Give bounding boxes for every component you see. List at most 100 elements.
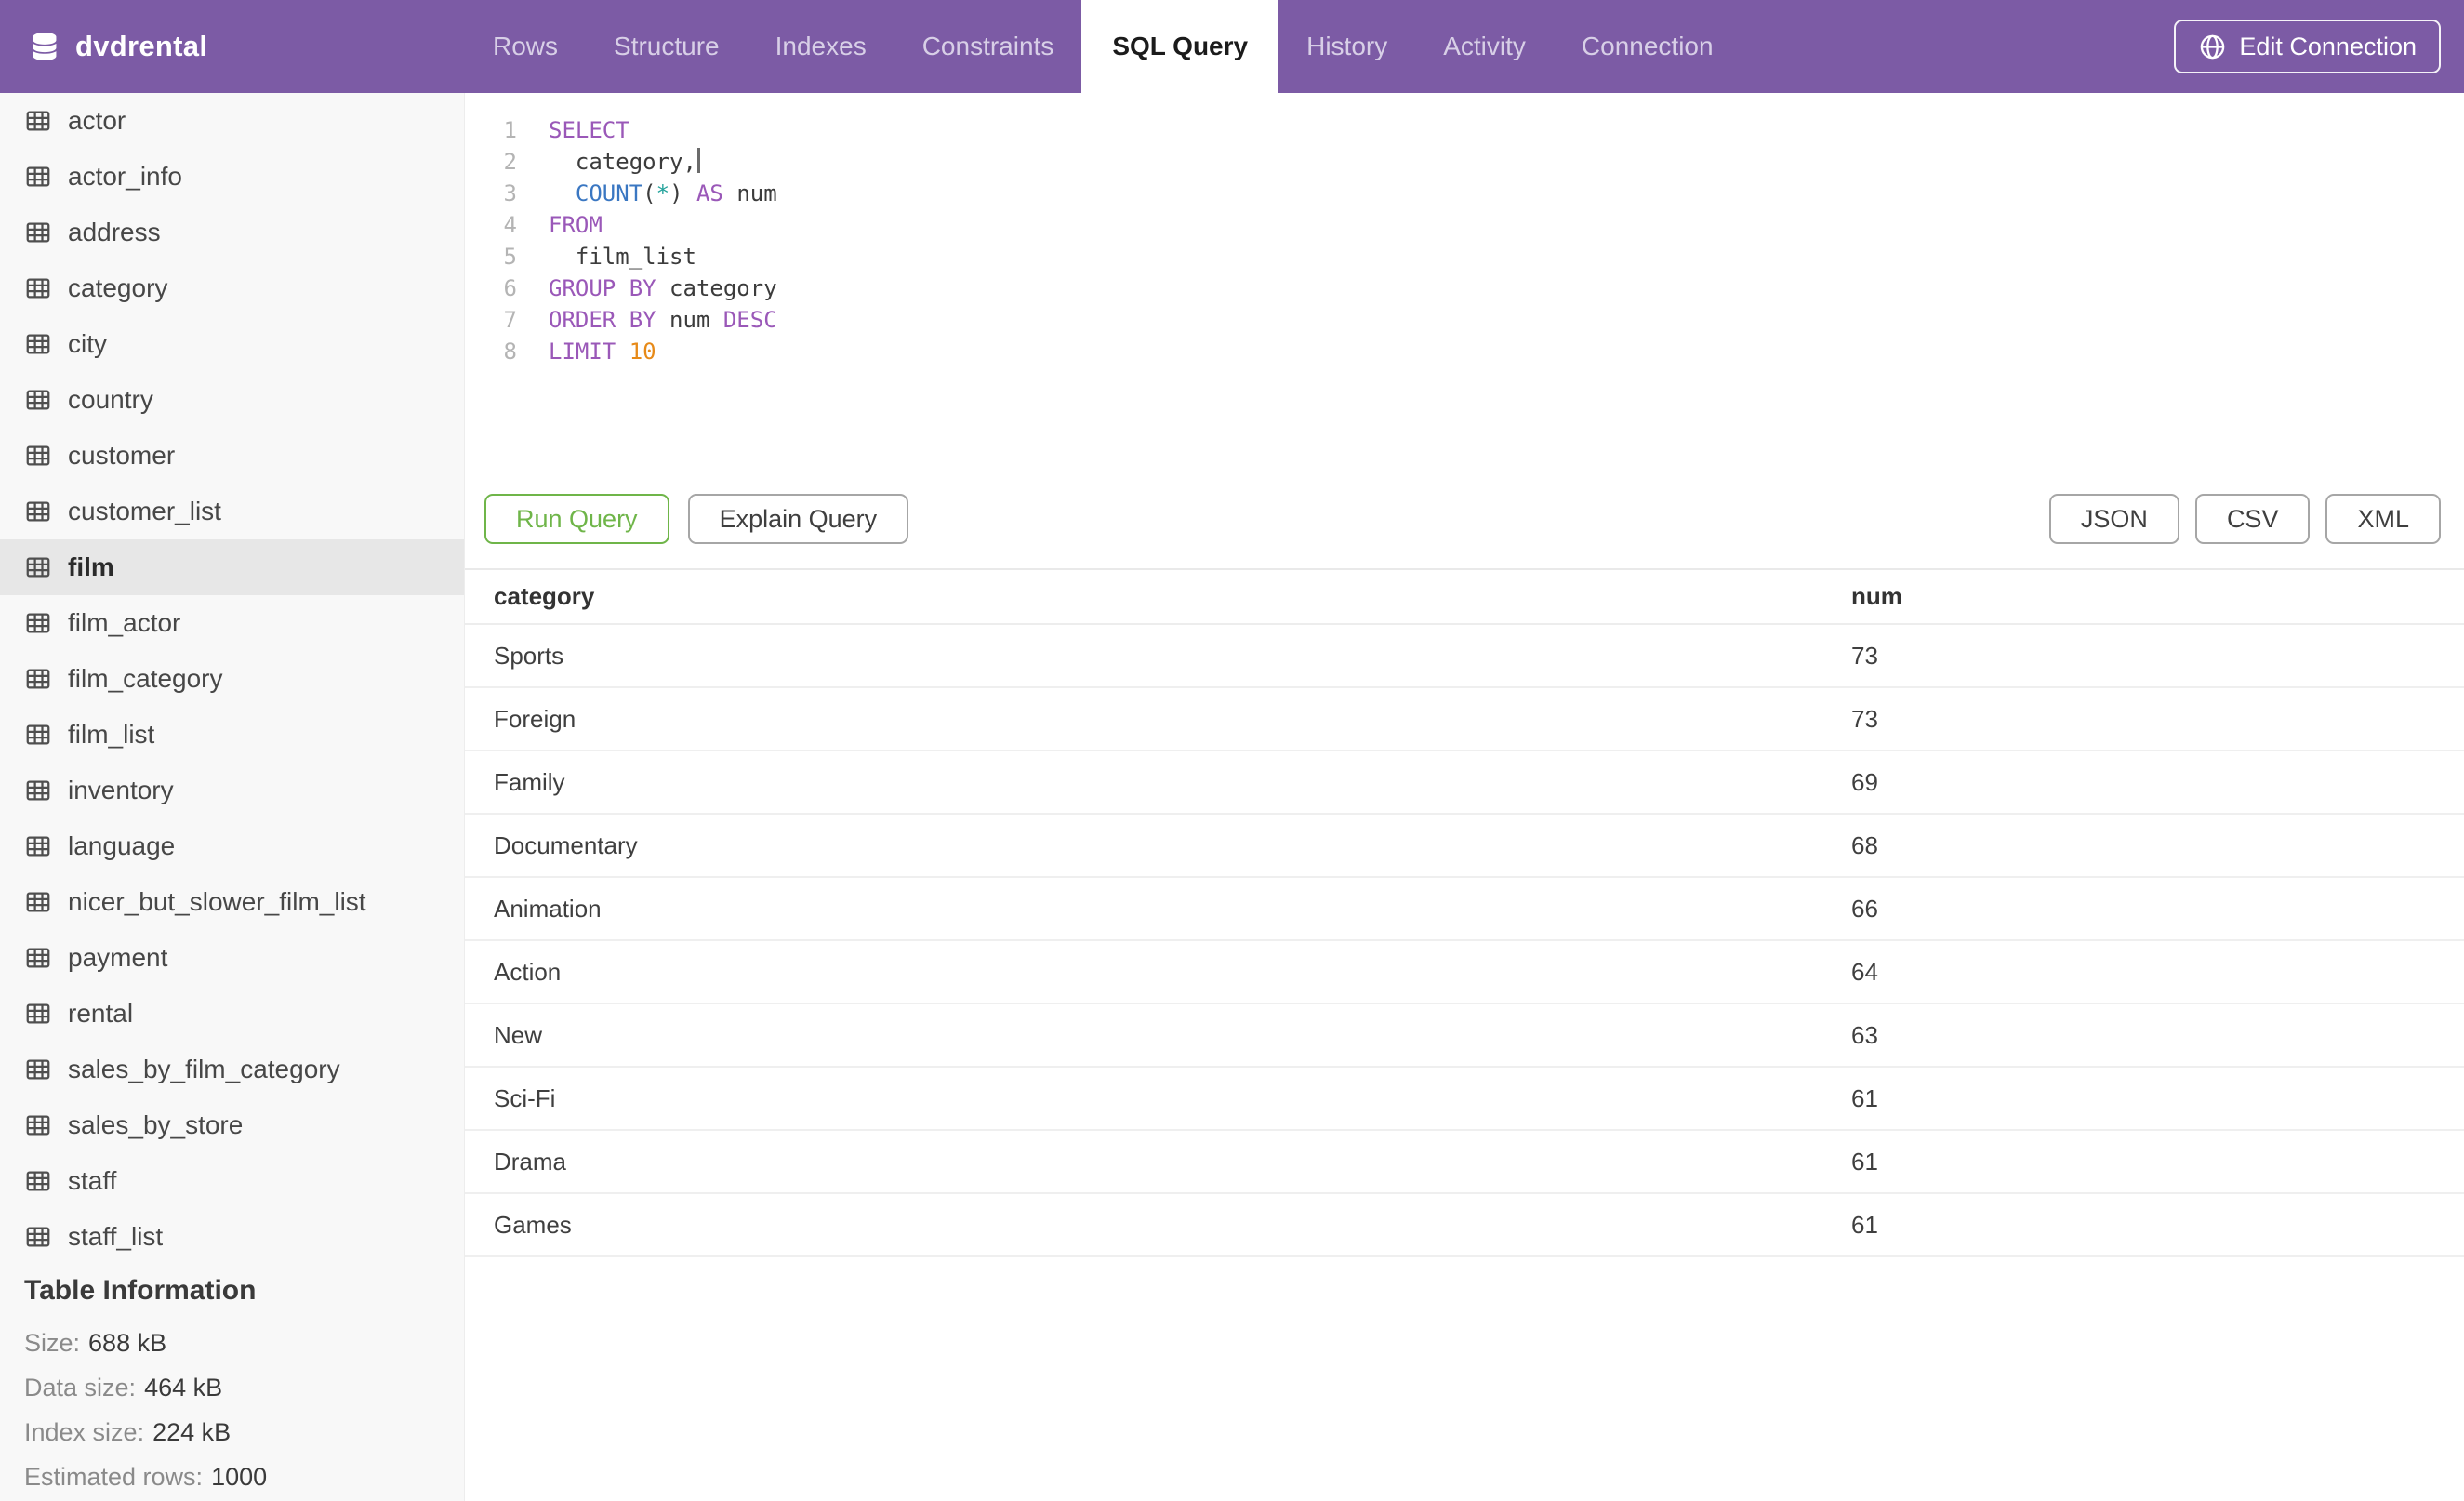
top-nav: dvdrental Rows Structure Indexes Constraint… (0, 0, 2464, 93)
sidebar-item-category[interactable]: category (0, 260, 464, 316)
line-number: 4 (503, 212, 517, 238)
table-icon (26, 501, 50, 522)
editor-line: 5 film_list (465, 241, 2464, 272)
result-row-foreign: Foreign 73 (465, 687, 2464, 751)
table-name-label: film_actor (68, 608, 181, 637)
tab-connection[interactable]: Connection (1554, 0, 1742, 93)
table-icon (26, 1115, 50, 1136)
tab-sql-query[interactable]: SQL Query (1081, 0, 1279, 93)
sidebar-item-staff[interactable]: staff (0, 1153, 464, 1209)
table-icon (26, 1003, 50, 1024)
table-icon (26, 669, 50, 689)
line-number: 1 (503, 117, 517, 143)
table-name-label: rental (68, 999, 134, 1028)
sidebar-item-nicer-but-slower-film-list[interactable]: nicer_but_slower_film_list (0, 874, 464, 930)
table-info-data-size-: Data size: 464 kB (24, 1365, 464, 1410)
sidebar-item-sales-by-film-category[interactable]: sales_by_film_category (0, 1042, 464, 1097)
tab-activity[interactable]: Activity (1415, 0, 1554, 93)
line-number: 6 (503, 275, 517, 301)
table-name-label: actor (68, 106, 126, 135)
table-info-size-: Size: 688 kB (24, 1321, 464, 1365)
result-row-drama: Drama 61 (465, 1130, 2464, 1194)
sidebar-item-city[interactable]: city (0, 316, 464, 372)
category-cell: Family (465, 750, 1851, 815)
nav-tabs: Rows Structure Indexes Constraints SQL Query… (465, 0, 1742, 93)
table-icon (26, 948, 50, 968)
sidebar-item-actor-info[interactable]: actor_info (0, 149, 464, 205)
result-row-games: Games 61 (465, 1193, 2464, 1257)
sidebar-item-actor[interactable]: actor (0, 93, 464, 149)
tab-indexes[interactable]: Indexes (748, 0, 894, 93)
table-info-estimated-rows-: Estimated rows: 1000 (24, 1455, 464, 1499)
sidebar-item-payment[interactable]: payment (0, 930, 464, 986)
info-label: Size: (24, 1328, 81, 1357)
code-text: SELECT (549, 117, 629, 143)
num-cell: 68 (1851, 814, 2464, 878)
table-information-heading: Table Information (24, 1275, 257, 1306)
sidebar-item-sales-by-store[interactable]: sales_by_store (0, 1097, 464, 1153)
editor-line: 3 COUNT(*) AS num (465, 178, 2464, 209)
tab-history[interactable]: History (1278, 0, 1415, 93)
num-cell: 61 (1851, 1130, 2464, 1194)
table-icon (26, 1227, 50, 1247)
export-buttons: JSON CSV XML (2048, 494, 2441, 544)
xml-export-button[interactable]: XML (2325, 494, 2441, 544)
table-name-label: nicer_but_slower_film_list (68, 887, 366, 916)
category-cell: Sci-Fi (465, 1067, 1851, 1131)
editor-line: 1 SELECT (465, 114, 2464, 146)
line-number: 7 (503, 307, 517, 333)
sql-editor[interactable]: 1 SELECT 2 category, 3 COUNT(*) AS num 4 FROM… (465, 93, 2464, 493)
sidebar-item-customer-list[interactable]: customer_list (0, 484, 464, 539)
sidebar-item-inventory[interactable]: inventory (0, 763, 464, 818)
table-information-panel: Table Information Size: 688 kB Data size: 4… (0, 1274, 464, 1499)
table-name-label: customer_list (68, 497, 221, 525)
sidebar-item-film-actor[interactable]: film_actor (0, 595, 464, 651)
table-icon (26, 222, 50, 243)
sidebar-item-country[interactable]: country (0, 372, 464, 428)
sidebar-item-film-list[interactable]: film_list (0, 707, 464, 763)
category-cell: Drama (465, 1130, 1851, 1194)
table-icon (26, 836, 50, 857)
sidebar-item-rental[interactable]: rental (0, 986, 464, 1042)
run-query-button[interactable]: Run Query (484, 494, 669, 544)
code-text: film_list (549, 244, 696, 270)
app-title: dvdrental (75, 30, 208, 62)
tab-structure[interactable]: Structure (586, 0, 748, 93)
csv-export-button[interactable]: CSV (2194, 494, 2311, 544)
edit-connection-button[interactable]: Edit Connection (2174, 20, 2441, 73)
table-icon (26, 613, 50, 633)
sidebar-item-customer[interactable]: customer (0, 428, 464, 484)
info-value: 464 kB (144, 1373, 223, 1401)
json-export-button[interactable]: JSON (2048, 494, 2179, 544)
tab-rows[interactable]: Rows (465, 0, 586, 93)
result-row-animation: Animation 66 (465, 877, 2464, 941)
table-icon (26, 334, 50, 354)
column-header-num: num (1851, 570, 2464, 625)
table-name-label: city (68, 329, 107, 358)
info-label: Estimated rows: (24, 1462, 204, 1491)
category-cell: Documentary (465, 814, 1851, 878)
explain-query-button[interactable]: Explain Query (687, 494, 909, 544)
num-cell: 64 (1851, 940, 2464, 1004)
table-icon (26, 1059, 50, 1080)
info-value: 1000 (211, 1462, 268, 1491)
result-row-sports: Sports 73 (465, 624, 2464, 688)
globe-icon (2201, 34, 2225, 59)
sidebar-item-film[interactable]: film (0, 539, 464, 595)
table-name-label: sales_by_store (68, 1110, 244, 1139)
table-name-label: customer (68, 441, 176, 470)
table-name-label: actor_info (68, 162, 182, 191)
sidebar-item-staff-list[interactable]: staff_list (0, 1209, 464, 1265)
table-icon (26, 557, 50, 578)
info-value: 688 kB (88, 1328, 167, 1357)
info-label: Index size: (24, 1417, 145, 1446)
sidebar-item-film-category[interactable]: film_category (0, 651, 464, 707)
sidebar-item-address[interactable]: address (0, 205, 464, 260)
line-number: 5 (503, 244, 517, 270)
tab-constraints[interactable]: Constraints (894, 0, 1082, 93)
query-actions: Run Query Explain Query JSON CSV XML (484, 493, 2441, 545)
category-cell: Foreign (465, 687, 1851, 751)
info-label: Data size: (24, 1373, 137, 1401)
sidebar-item-language[interactable]: language (0, 818, 464, 874)
results-header-row: category num (465, 570, 2464, 625)
